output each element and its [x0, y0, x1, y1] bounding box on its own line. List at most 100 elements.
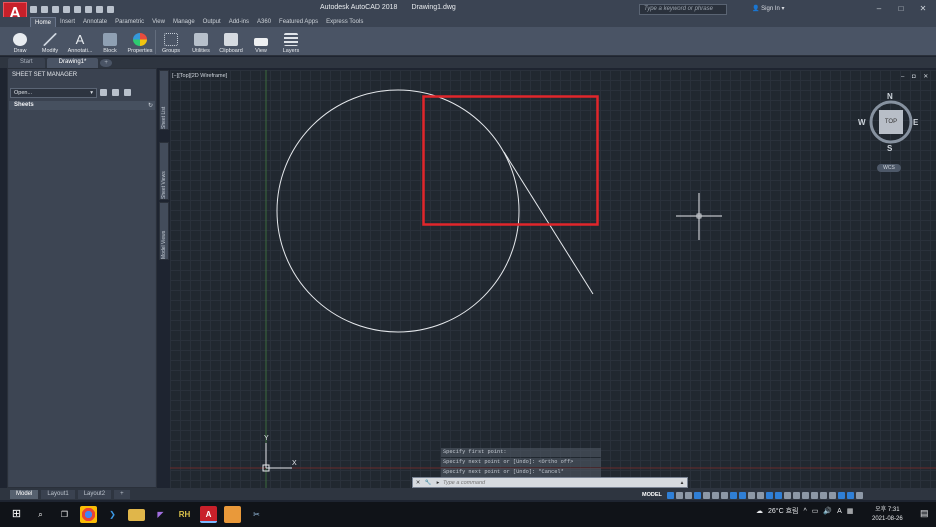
block-button[interactable]: Block [95, 27, 125, 56]
lock-ui-icon[interactable] [819, 491, 827, 499]
side-tab-sheet-list[interactable]: Sheet List [159, 70, 169, 130]
lineweight-icon[interactable] [747, 491, 755, 499]
customize-qat-icon[interactable] [107, 5, 114, 13]
wrench-icon[interactable]: 🔧 [423, 480, 433, 486]
snipping-tool-icon[interactable]: ✂ [248, 506, 265, 523]
tab-drawing1[interactable]: Drawing1* [46, 58, 99, 68]
windows-start-icon[interactable]: ⊞ [8, 506, 25, 523]
drawing-canvas[interactable] [170, 70, 936, 488]
network-icon[interactable]: ▭ [812, 507, 819, 515]
wcs-menu[interactable]: WCS [877, 164, 901, 172]
save-icon[interactable] [52, 5, 59, 13]
save-as-icon[interactable] [63, 5, 70, 13]
annotation-button[interactable]: A Annotati... [65, 27, 95, 56]
draw-button[interactable]: Draw [5, 27, 35, 56]
sheet-tree[interactable] [9, 110, 155, 487]
side-tab-model-views[interactable]: Model Views [159, 202, 169, 260]
chevron-up-icon[interactable]: ▴ [677, 480, 687, 486]
close-icon[interactable]: ✕ [413, 480, 423, 486]
cube-face-top[interactable]: TOP [879, 110, 903, 134]
command-input[interactable] [443, 479, 643, 486]
compass-east[interactable]: E [913, 118, 918, 127]
app-icon[interactable] [224, 506, 241, 523]
sheets-header[interactable]: Sheets [9, 101, 155, 110]
weather-icon[interactable]: ☁ [756, 507, 763, 515]
quick-properties-icon[interactable] [810, 491, 818, 499]
transparency-icon[interactable] [756, 491, 764, 499]
clock[interactable]: 오후 7:31 2021-08-26 [872, 506, 903, 524]
polar-icon[interactable] [711, 491, 719, 499]
groups-button[interactable]: Groups [156, 27, 186, 56]
clean-screen-icon[interactable] [846, 491, 854, 499]
recent-commands-icon[interactable]: ▸ [433, 480, 443, 486]
customization-menu-icon[interactable] [855, 491, 863, 499]
viewport-label[interactable]: [−][Top][2D Wireframe] [172, 73, 227, 79]
model-space-toggle[interactable]: MODEL [642, 492, 662, 498]
open-icon[interactable] [41, 5, 48, 13]
tab-output[interactable]: Output [199, 17, 225, 27]
tab-parametric[interactable]: Parametric [111, 17, 148, 27]
tab-home[interactable]: Home [30, 17, 57, 27]
object-snap-tracking-icon[interactable] [729, 491, 737, 499]
utilities-button[interactable]: Utilities [186, 27, 216, 56]
annotation-scale-icon[interactable] [765, 491, 773, 499]
tab-layout1[interactable]: Layout1 [41, 489, 75, 499]
maximize-button[interactable]: □ [894, 3, 908, 14]
properties-button[interactable]: Properties [125, 27, 155, 56]
tab-add-ins[interactable]: Add-ins [225, 17, 253, 27]
publish-icon[interactable] [100, 89, 107, 96]
grid-icon[interactable] [666, 491, 674, 499]
sheet-set-dropdown[interactable]: Open... ▾ [10, 88, 97, 98]
tab-model[interactable]: Model [10, 489, 39, 499]
view-cube[interactable]: TOP N S E W [858, 92, 918, 153]
volume-icon[interactable]: 🔊 [823, 507, 832, 515]
add-layout-button[interactable]: + [114, 489, 130, 499]
annotation-visibility-icon[interactable] [774, 491, 782, 499]
undo-icon[interactable] [85, 5, 92, 13]
modify-button[interactable]: Modify [35, 27, 65, 56]
tab-layout2[interactable]: Layout2 [77, 489, 112, 499]
visual-studio-icon[interactable]: ◤ [152, 506, 169, 523]
snap-icon[interactable] [675, 491, 683, 499]
tab-express-tools[interactable]: Express Tools [322, 17, 367, 27]
tab-view[interactable]: View [148, 17, 169, 27]
redo-icon[interactable] [96, 5, 103, 13]
viewport-controls[interactable]: – ◘ ✕ [901, 73, 931, 80]
weather-label[interactable]: 26°C 흐림 [768, 506, 798, 516]
vscode-icon[interactable]: ❯ [104, 506, 121, 523]
side-tab-sheet-views[interactable]: Sheet Views [159, 142, 169, 200]
minimize-button[interactable]: – [872, 3, 886, 14]
print-icon[interactable] [112, 89, 119, 96]
isolate-objects-icon[interactable] [828, 491, 836, 499]
tab-featured-apps[interactable]: Featured Apps [275, 17, 322, 27]
layers-button[interactable]: Layers [276, 27, 306, 56]
isodraft-icon[interactable] [720, 491, 728, 499]
refresh-icon[interactable]: ↻ [148, 102, 153, 109]
tab-a360[interactable]: A360 [253, 17, 275, 27]
tab-manage[interactable]: Manage [169, 17, 199, 27]
units-icon[interactable] [801, 491, 809, 499]
search-icon[interactable]: ⌕ [32, 506, 49, 523]
rhino-icon[interactable]: RH [176, 506, 193, 523]
new-tab-button[interactable]: + [100, 59, 112, 67]
compass-north[interactable]: N [887, 92, 893, 101]
hardware-acceleration-icon[interactable] [837, 491, 845, 499]
infer-constraints-icon[interactable] [684, 491, 692, 499]
view-button[interactable]: View [246, 27, 276, 56]
compass-west[interactable]: W [858, 118, 866, 127]
clipboard-button[interactable]: Clipboard [216, 27, 246, 56]
annotation-monitor-icon[interactable] [792, 491, 800, 499]
tab-start[interactable]: Start [8, 58, 45, 68]
file-explorer-icon[interactable] [128, 508, 145, 521]
close-button[interactable]: ✕ [916, 3, 930, 14]
properties-icon[interactable] [124, 89, 131, 96]
compass-south[interactable]: S [887, 144, 892, 153]
search-input[interactable]: Type a keyword or phrase [639, 4, 727, 15]
new-icon[interactable] [30, 5, 37, 13]
tab-insert[interactable]: Insert [56, 17, 79, 27]
keyboard-icon[interactable]: ▦ [847, 507, 854, 515]
ortho-icon[interactable] [702, 491, 710, 499]
ime-indicator[interactable]: A [837, 508, 842, 515]
notification-icon[interactable]: ▤ [920, 508, 929, 519]
chrome-icon[interactable] [80, 506, 97, 523]
